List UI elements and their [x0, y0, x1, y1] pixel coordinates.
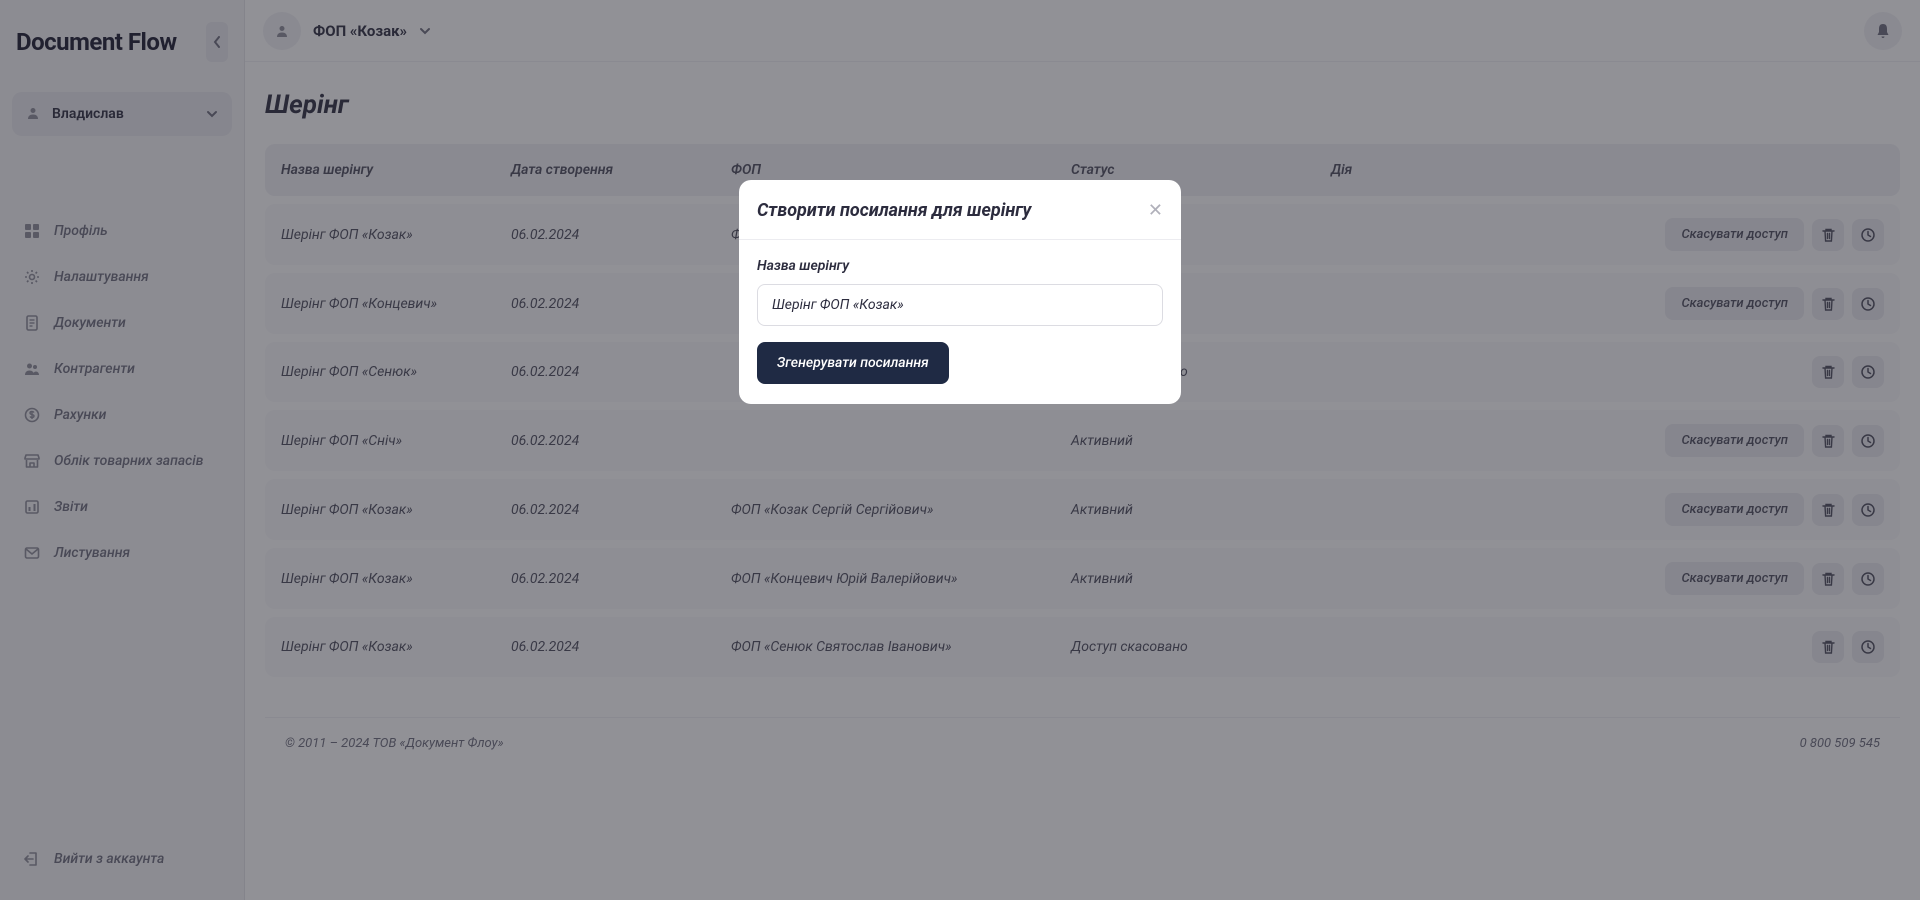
sharing-name-input[interactable]: [757, 284, 1163, 326]
generate-link-button[interactable]: Згенерувати посилання: [757, 342, 949, 384]
modal-header: Створити посилання для шерінгу ✕: [739, 180, 1181, 240]
modal-overlay[interactable]: Створити посилання для шерінгу ✕ Назва ш…: [0, 0, 1920, 900]
modal-title: Створити посилання для шерінгу: [757, 200, 1031, 221]
sharing-name-label: Назва шерінгу: [757, 258, 1163, 274]
modal-close-button[interactable]: ✕: [1148, 200, 1163, 221]
create-sharing-modal: Створити посилання для шерінгу ✕ Назва ш…: [739, 180, 1181, 404]
close-icon: ✕: [1148, 200, 1163, 221]
modal-body: Назва шерінгу Згенерувати посилання: [739, 240, 1181, 404]
